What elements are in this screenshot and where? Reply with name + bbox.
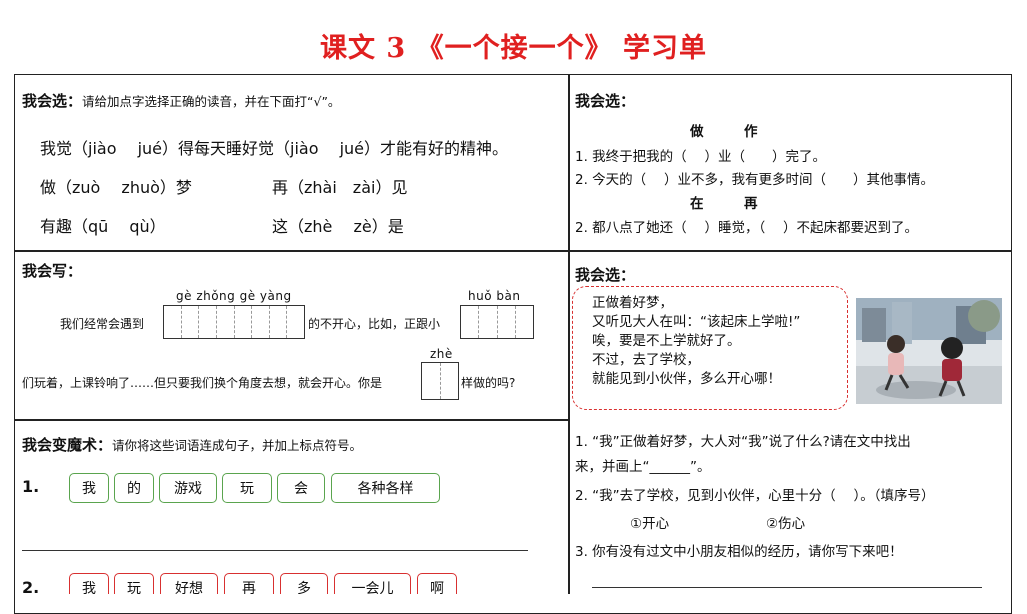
section1-line1: 我觉（jiào jué）得每天睡好觉（jiào jué）才能有好的精神。: [40, 139, 509, 158]
poem-line: 不过，去了学校，: [592, 352, 700, 368]
section4-q2: 2. “我”去了学校，见到小伙伴，心里十分（ ）。（填序号）: [575, 488, 935, 504]
children-illustration: [856, 298, 1002, 404]
writing-box-2char[interactable]: [460, 305, 534, 339]
section3-heading: 我会写：: [22, 262, 83, 280]
word-chip[interactable]: 玩: [222, 473, 272, 503]
section1-line2b: 再（zhài zài）见: [272, 178, 408, 197]
row-divider-1: [14, 250, 1012, 252]
section3-text1: 我们经常会遇到: [60, 317, 145, 331]
section3-text4: 样做的吗?: [461, 376, 516, 390]
pinyin-zhe: zhè: [430, 347, 453, 361]
word-chips-2: 我 玩 好想 再 多 一会儿 啊: [0, 573, 569, 594]
section2-q2: 2. 今天的（ ）业不多，我有更多时间（ ）其他事情。: [575, 172, 934, 188]
section4-heading: 我会选：: [575, 266, 636, 284]
answer-line-right[interactable]: [592, 587, 982, 588]
writing-box-1char[interactable]: [421, 362, 459, 400]
word-chip[interactable]: 我: [69, 473, 109, 503]
poem-line: 唉，要是不上学就好了。: [592, 333, 741, 349]
section5-instruction: 请你将这些词语连成句子，并加上标点符号。: [112, 438, 363, 453]
poem-line: 正做着好梦，: [592, 295, 673, 311]
section4-q1b: 来，并画上“______”。: [575, 459, 711, 475]
section2-heading: 我会选：: [575, 92, 636, 110]
section2-pair1: 做 作: [690, 124, 758, 140]
section5-heading: 我会变魔术：请你将这些词语连成句子，并加上标点符号。: [22, 434, 362, 455]
answer-line-1[interactable]: [22, 550, 528, 551]
section3-text3: 们玩着，上课铃响了……但只要我们换个角度去想，就会开心。你是: [22, 376, 383, 390]
section1-line2a: 做（zuò zhuò）梦: [40, 178, 192, 197]
section3-text2: 的不开心，比如，正跟小: [308, 317, 441, 331]
option-1[interactable]: ①开心: [630, 512, 669, 532]
section1-title: 我会选：: [22, 92, 83, 110]
poem-text: 正做着好梦， 又听见大人在叫：“该起床上学啦!” 唉，要是不上学就好了。 不过，…: [592, 294, 800, 389]
pinyin-huoban: huǒ bàn: [468, 289, 521, 303]
page-title: 课文 3 《一个接一个》 学习单: [320, 33, 707, 64]
poem-line: 又听见大人在叫：“该起床上学啦!”: [592, 314, 801, 330]
word-chips-1: 我 的 游戏 玩 会 各种各样: [0, 473, 569, 505]
word-chip[interactable]: 的: [114, 473, 154, 503]
section1-line3a: 有趣（qū qù）: [40, 217, 166, 236]
word-chip[interactable]: 好想: [160, 573, 218, 594]
poem-line: 就能见到小伙伴，多么开心哪！: [592, 371, 781, 387]
word-chip[interactable]: 再: [224, 573, 274, 594]
pinyin-gezhong: gè zhǒng gè yàng: [176, 289, 292, 303]
option-2[interactable]: ②伤心: [766, 512, 805, 532]
section1-line3b: 这（zhè zè）是: [272, 217, 404, 236]
section5-title: 我会变魔术：: [22, 436, 113, 454]
writing-box-4char[interactable]: [163, 305, 305, 339]
section4-q1a: 1. “我”正做着好梦，大人对“我”说了什么?请在文中找出: [575, 434, 911, 450]
section4-q3: 3. 你有没有过文中小朋友相似的经历，请你写下来吧！: [575, 544, 903, 560]
word-chip[interactable]: 游戏: [159, 473, 217, 503]
section2-q1: 1. 我终于把我的（ ）业（ ）完了。: [575, 149, 826, 165]
section1-instruction: 请给加点字选择正确的读音，并在下面打“√”。: [82, 94, 341, 109]
word-chip[interactable]: 各种各样: [331, 473, 440, 503]
word-chip[interactable]: 玩: [114, 573, 154, 594]
section1-heading: 我会选：请给加点字选择正确的读音，并在下面打“√”。: [22, 90, 340, 111]
word-chip[interactable]: 我: [69, 573, 109, 594]
word-chip[interactable]: 多: [280, 573, 328, 594]
section2-q3: 2. 都八点了她还（ ）睡觉，（ ）不起床都要迟到了。: [575, 220, 919, 236]
word-chip[interactable]: 啊: [417, 573, 457, 594]
word-chip[interactable]: 会: [277, 473, 325, 503]
section2-pair2: 在 再: [690, 196, 758, 212]
column-divider: [568, 74, 570, 594]
row-divider-2-left: [14, 419, 569, 421]
word-chip[interactable]: 一会儿: [334, 573, 411, 594]
